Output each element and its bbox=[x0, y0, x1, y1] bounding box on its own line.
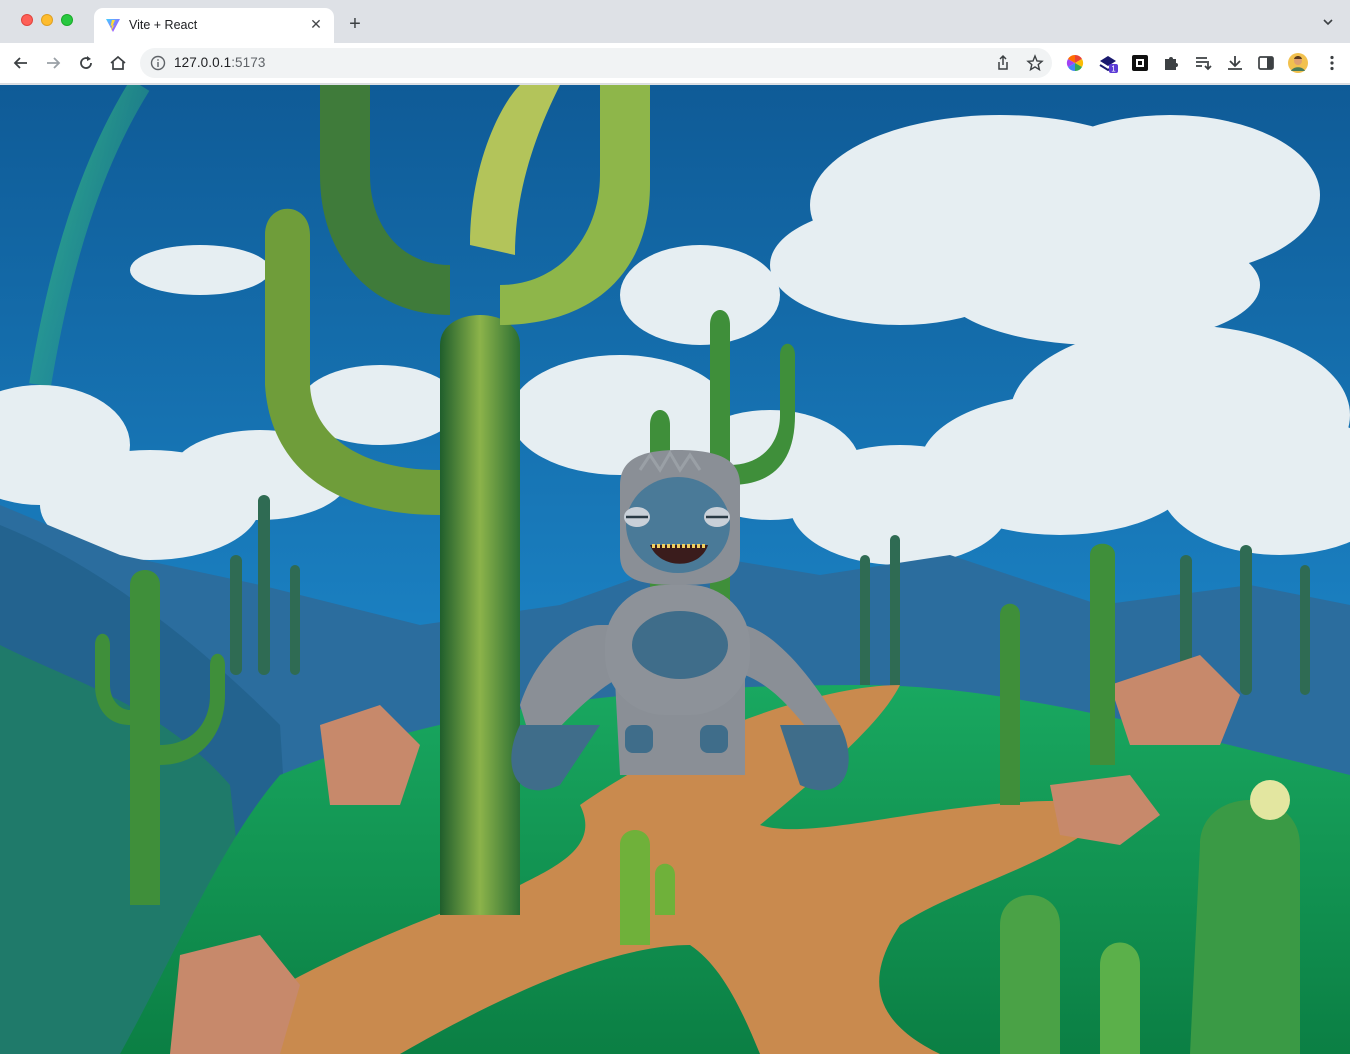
close-window-button[interactable] bbox=[21, 14, 33, 26]
tab-search-chevron-icon[interactable] bbox=[1322, 16, 1334, 28]
tab-close-icon[interactable]: ✕ bbox=[308, 16, 324, 32]
reload-button[interactable] bbox=[76, 53, 96, 73]
desert-scene-canvas[interactable] bbox=[0, 85, 1350, 1054]
kebab-menu-icon[interactable] bbox=[1322, 53, 1342, 73]
color-wheel-extension-icon[interactable] bbox=[1065, 53, 1085, 73]
home-button[interactable] bbox=[108, 53, 128, 73]
url-host: 127.0.0.1 bbox=[174, 55, 232, 70]
profile-avatar[interactable] bbox=[1288, 53, 1308, 73]
new-tab-button[interactable]: + bbox=[345, 14, 365, 34]
page-viewport[interactable] bbox=[0, 85, 1350, 1054]
zoom-window-button[interactable] bbox=[61, 14, 73, 26]
puzzle-extensions-icon[interactable] bbox=[1161, 53, 1181, 73]
tab-title: Vite + React bbox=[129, 18, 198, 32]
info-icon[interactable] bbox=[150, 55, 166, 71]
bookmark-star-icon[interactable] bbox=[1026, 54, 1044, 72]
share-icon[interactable] bbox=[994, 54, 1012, 72]
active-tab[interactable]: Vite + React ✕ bbox=[94, 8, 334, 43]
reading-list-icon[interactable] bbox=[1193, 53, 1213, 73]
address-bar[interactable]: 127.0.0.1:5173 bbox=[140, 48, 1052, 78]
download-icon[interactable] bbox=[1225, 53, 1245, 73]
url-text[interactable]: 127.0.0.1:5173 bbox=[174, 55, 266, 70]
extension-badge: 1 bbox=[1111, 65, 1116, 74]
url-port: :5173 bbox=[231, 55, 266, 70]
tab-strip: Vite + React ✕ + bbox=[0, 0, 1350, 43]
forward-button[interactable] bbox=[43, 53, 63, 73]
back-button[interactable] bbox=[11, 53, 31, 73]
vite-logo-icon bbox=[106, 19, 120, 32]
browser-toolbar: 127.0.0.1:5173 1 bbox=[0, 43, 1350, 84]
square-extension-icon[interactable] bbox=[1130, 53, 1150, 73]
side-panel-icon[interactable] bbox=[1256, 53, 1276, 73]
minimize-window-button[interactable] bbox=[41, 14, 53, 26]
stack-extension-icon[interactable]: 1 bbox=[1098, 53, 1118, 73]
